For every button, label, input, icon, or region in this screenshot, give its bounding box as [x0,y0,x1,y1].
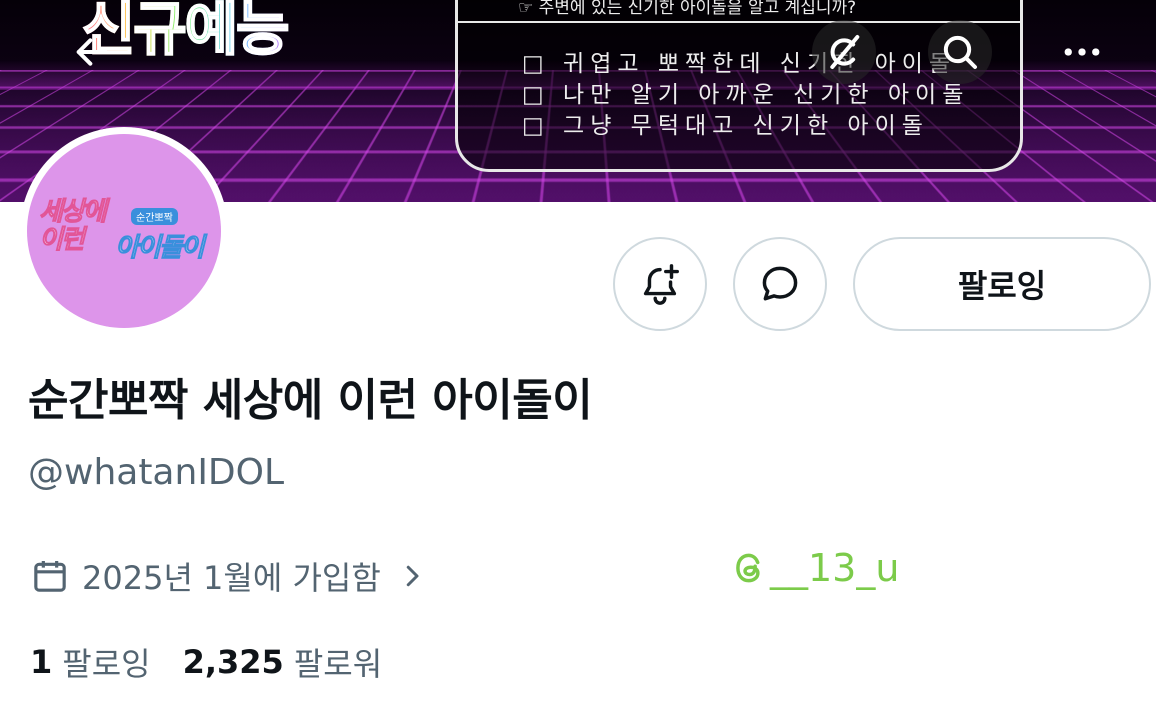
avatar-logo-line: 아이돌이 [115,227,203,264]
banner-box-divider [458,21,1020,23]
message-button[interactable] [733,237,827,331]
joined-date-text: 2025년 1월에 가입함 [82,553,381,599]
grok-icon [824,32,864,72]
arrow-left-icon [72,32,112,72]
banner-box-header: ☞ 주변에 있는 신기한 아이돌을 알고 계십니까? [518,0,978,18]
avatar-logo-line: 세상에 [39,198,105,226]
watermark-text: __13_u [770,546,899,590]
avatar-logo-line: 이런 [39,226,105,254]
grok-button[interactable] [812,20,876,84]
message-bubble-icon [758,262,802,306]
more-dots-icon [1060,30,1104,74]
threads-icon [730,549,768,587]
joined-date-link[interactable]: 2025년 1월에 가입함 [30,552,427,600]
more-button[interactable] [1050,20,1114,84]
followers-label: 팔로워 [294,639,382,685]
avatar-logo-text: 세상에 이런 [39,198,105,254]
avatar-logo-tag: 순간뽀짝 [131,208,178,225]
banner-box-line: □ 귀엽고 뽀짝한데 신기한 아이돌 [522,49,969,80]
banner-box-line: □ 그냥 무턱대고 신기한 아이돌 [522,111,969,142]
followers-count-link[interactable]: 2,325 팔로워 [183,639,383,685]
chevron-right-icon [397,561,427,591]
following-count: 1 [30,643,52,681]
following-count-link[interactable]: 1 팔로잉 [30,639,151,685]
following-label: 팔로잉 [62,639,150,685]
bell-plus-icon [637,261,683,307]
calendar-icon [30,556,70,596]
display-name: 순간뽀짝 세상에 이런 아이돌이 [28,364,592,428]
followers-count: 2,325 [183,643,284,681]
profile-page: 신규예능 ☞ 주변에 있는 신기한 아이돌을 알고 계십니까? □ 귀엽고 뽀짝… [0,0,1156,718]
watermark: __13_u [730,546,899,590]
banner-question-box: ☞ 주변에 있는 신기한 아이돌을 알고 계십니까? □ 귀엽고 뽀짝한데 신기… [455,0,1023,172]
banner-box-lines: □ 귀엽고 뽀짝한데 신기한 아이돌 □ 나만 알기 아까운 신기한 아이돌 □… [522,49,969,142]
search-icon [940,32,980,72]
following-button[interactable]: 팔로잉 [853,237,1151,331]
search-button[interactable] [928,20,992,84]
notify-button[interactable] [613,237,707,331]
follow-stats: 1 팔로잉 2,325 팔로워 [30,638,382,686]
back-button[interactable] [60,20,124,84]
avatar[interactable]: 세상에 이런 순간뽀짝 아이돌이 [27,134,221,328]
banner-box-line: □ 나만 알기 아까운 신기한 아이돌 [522,80,969,111]
user-handle: @whatanIDOL [28,452,284,493]
